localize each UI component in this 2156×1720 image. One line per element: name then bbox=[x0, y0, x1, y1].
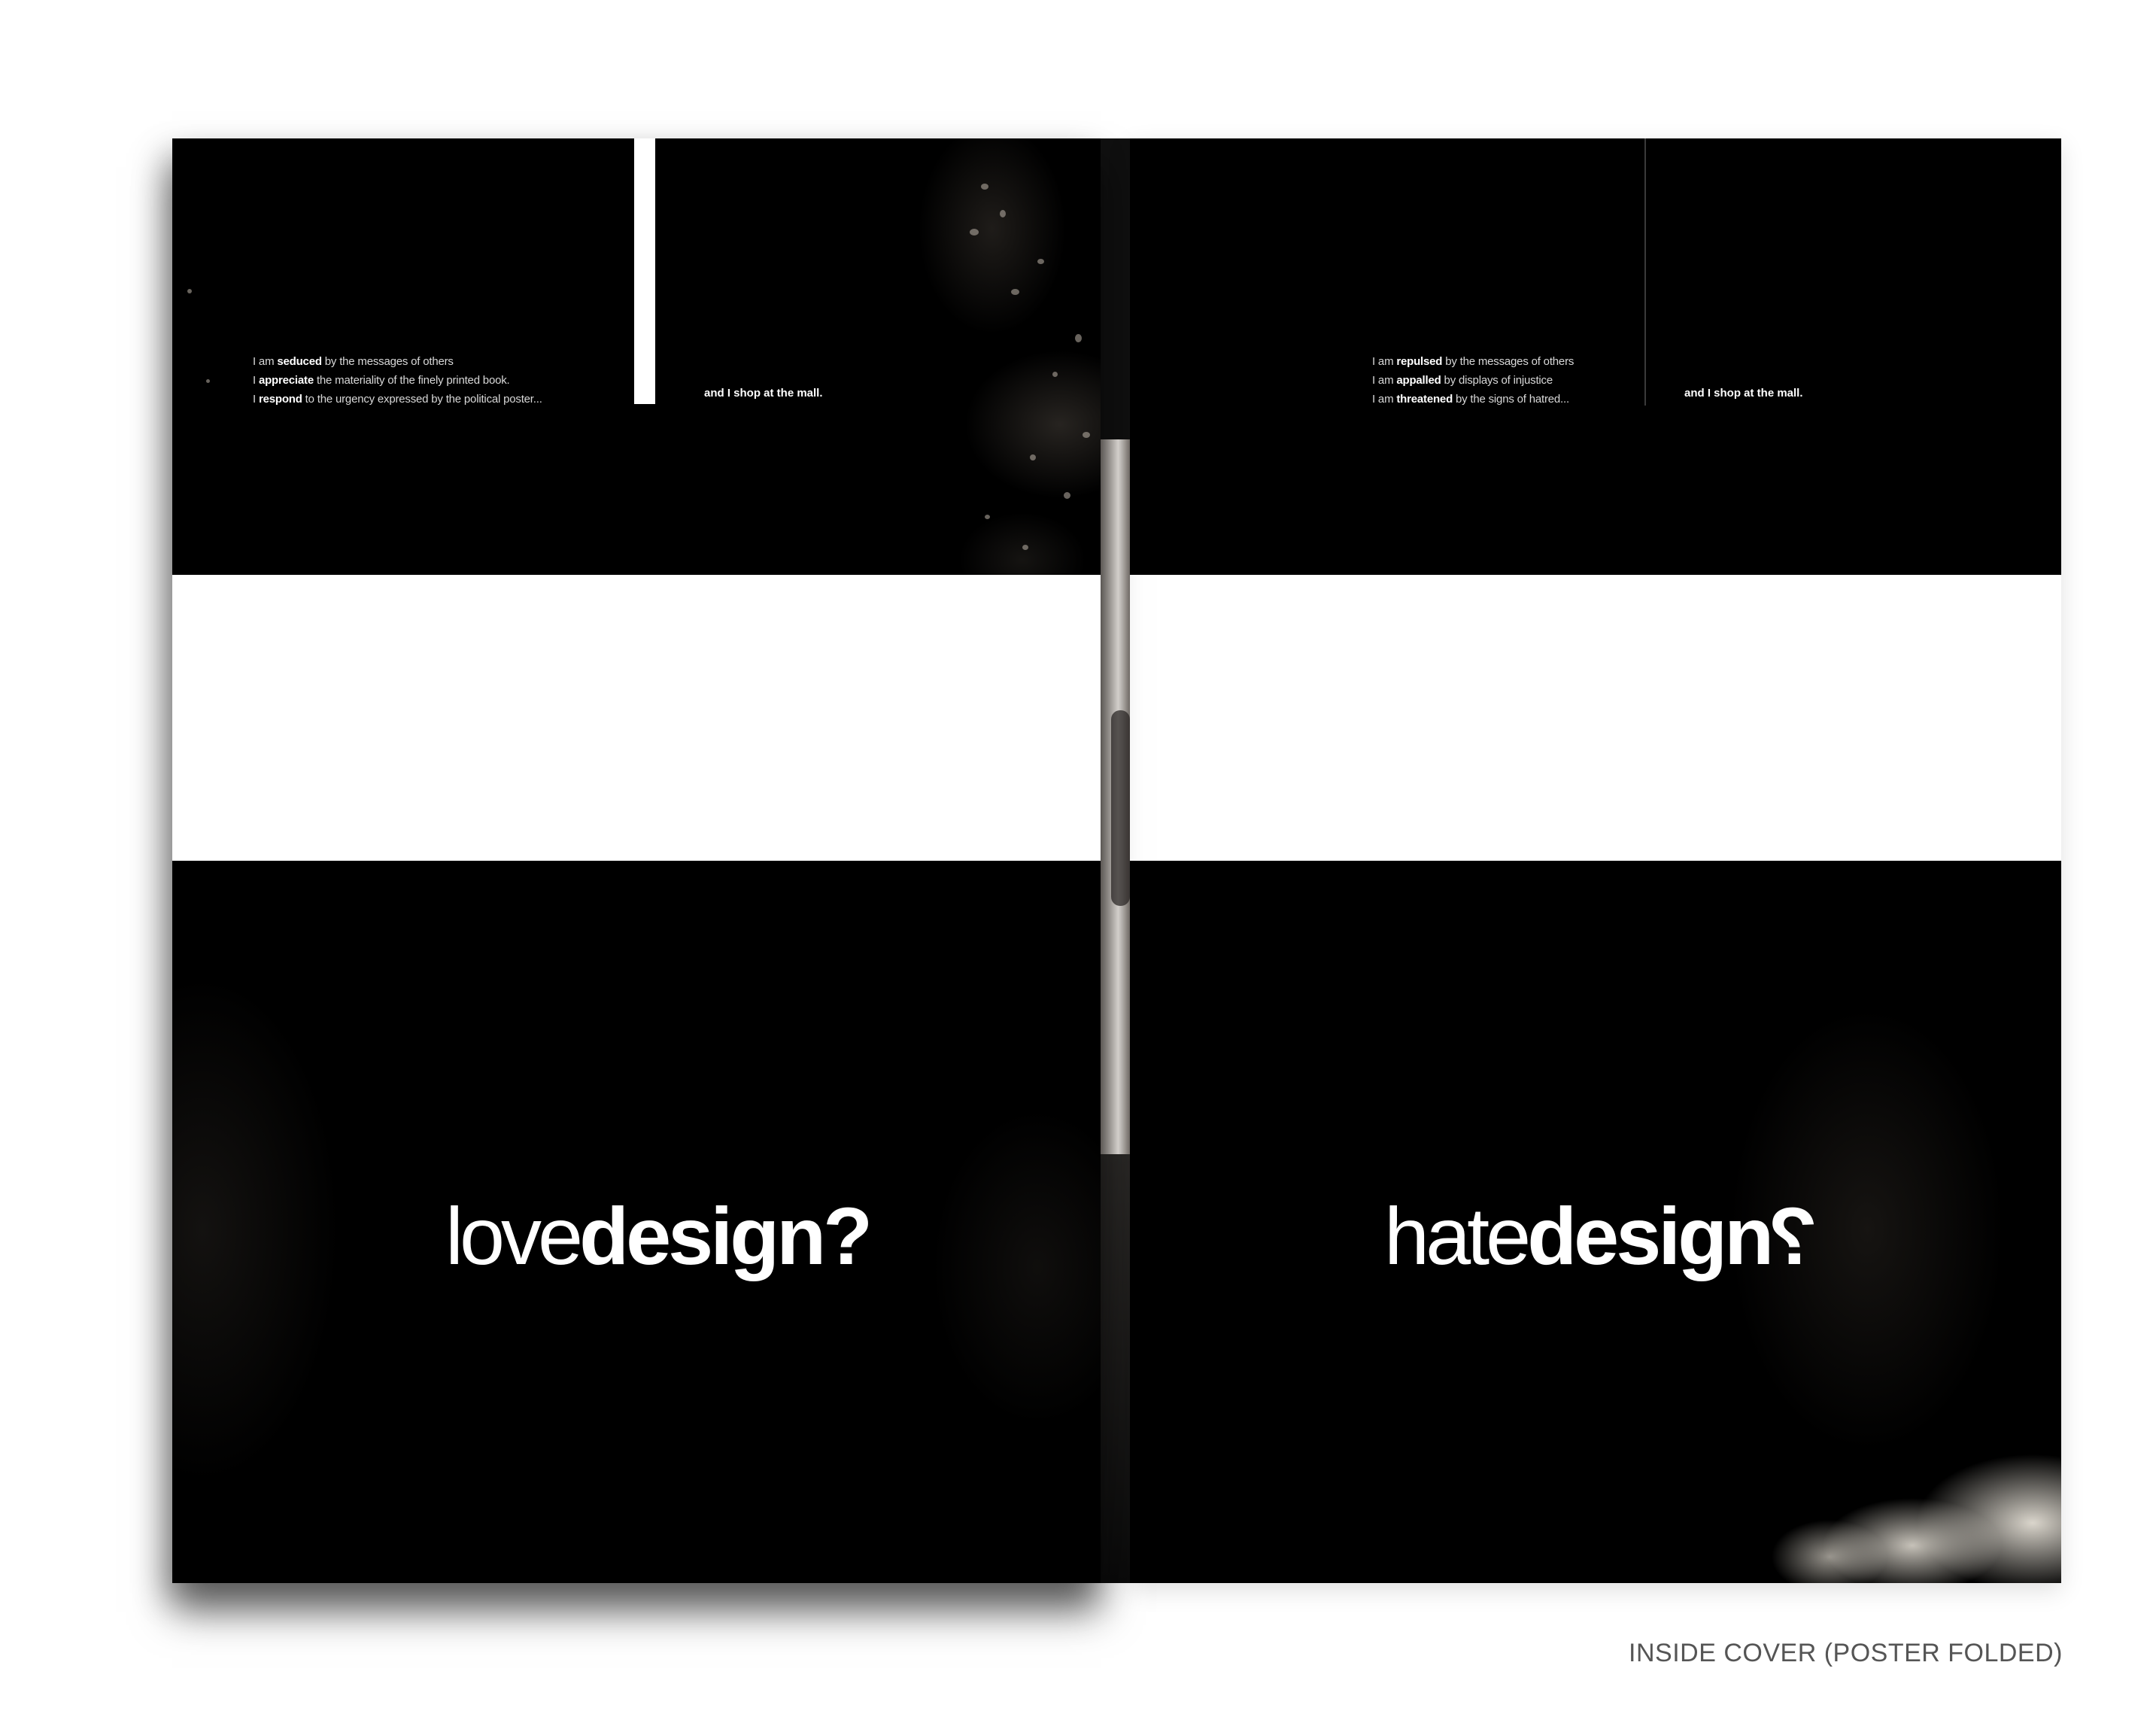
vertical-thin-rule bbox=[1644, 138, 1646, 406]
right-page-texture bbox=[1130, 138, 2061, 1583]
white-band bbox=[1130, 575, 2061, 861]
copy-line: I am seduced by the messages of others bbox=[253, 355, 454, 368]
copy-line: I am repulsed by the messages of others bbox=[1372, 355, 1574, 368]
vertical-white-rule bbox=[634, 138, 655, 404]
hate-design-headline: hatedesign? bbox=[1384, 1190, 1818, 1281]
right-copy-block: I am repulsed by the messages of others … bbox=[1372, 352, 1574, 409]
folded-poster-gutter bbox=[1101, 138, 1130, 1583]
left-page: I am seduced by the messages of others I… bbox=[172, 138, 1101, 1583]
copy-line: I appreciate the materiality of the fine… bbox=[253, 374, 510, 387]
left-copy-block: I am seduced by the messages of others I… bbox=[253, 352, 542, 409]
brochure-spread: I am seduced by the messages of others I… bbox=[0, 0, 2156, 1720]
left-tagline: and I shop at the mall. bbox=[704, 387, 823, 400]
copy-line: I am threatened by the signs of hatred..… bbox=[1372, 393, 1569, 406]
right-page: I am repulsed by the messages of others … bbox=[1130, 138, 2061, 1583]
page-caption: INSIDE COVER (POSTER FOLDED) bbox=[1629, 1639, 2063, 1667]
mirrored-question-mark: ? bbox=[1771, 1190, 1818, 1281]
white-band bbox=[172, 575, 1101, 861]
copy-line: I am appalled by displays of injustice bbox=[1372, 374, 1553, 387]
love-design-headline: lovedesign? bbox=[445, 1190, 873, 1281]
copy-line: I respond to the urgency expressed by th… bbox=[253, 393, 542, 406]
right-tagline: and I shop at the mall. bbox=[1684, 387, 1803, 400]
